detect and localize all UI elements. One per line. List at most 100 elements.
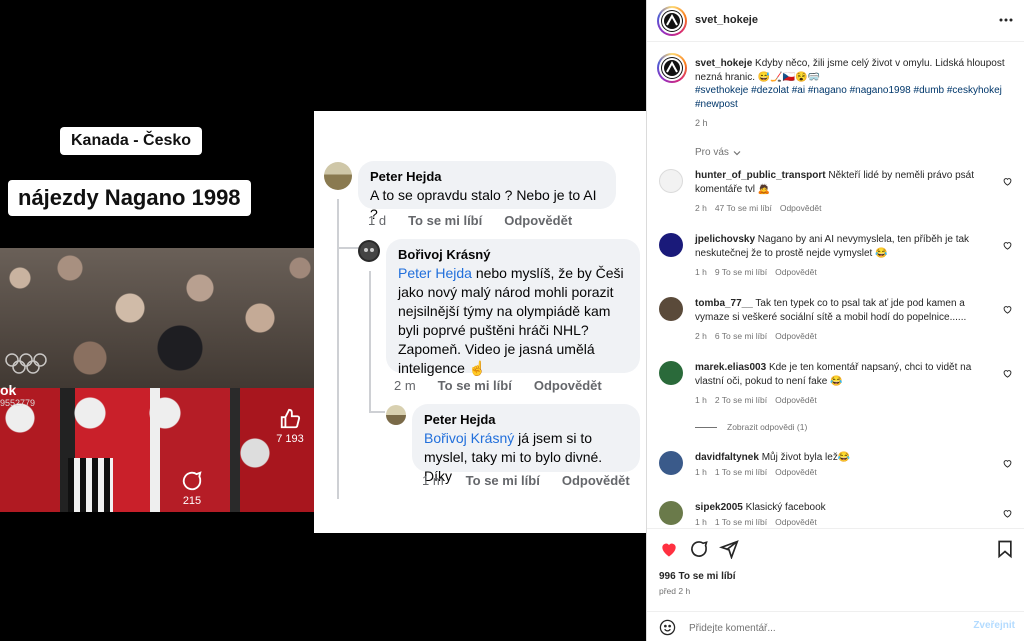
comment-likes[interactable]: 1 To se mi líbí (715, 467, 767, 477)
show-replies-button[interactable]: Zobrazit odpovědi (1) (695, 422, 807, 432)
comment-likes[interactable]: 2 To se mi líbí (715, 395, 767, 405)
caption-time: 2 h (695, 118, 708, 128)
hockey-logo-icon (662, 58, 682, 78)
chevron-down-icon (733, 150, 741, 155)
author-username[interactable]: svet_hokeje (695, 14, 758, 26)
avatar[interactable] (386, 405, 406, 425)
instagram-post-modal: Kanada - Česko nájezdy Nagano 1998 ok 95… (0, 0, 1024, 641)
emoji-icon[interactable] (659, 619, 676, 636)
comment-likes[interactable]: 6 To se mi líbí (715, 331, 767, 341)
avatar[interactable] (324, 162, 352, 190)
avatar[interactable] (358, 240, 380, 262)
comment-username[interactable]: jpelichovsky (695, 234, 755, 245)
fb-comment-author[interactable]: Peter Hejda (424, 412, 628, 427)
for-you-label: Pro vás (695, 147, 729, 158)
post-actions: 996 To se mi líbí před 2 h Zveřejnit (647, 528, 1024, 641)
comment-likes[interactable]: 9 To se mi líbí (715, 267, 767, 277)
comment-icon[interactable] (689, 539, 709, 559)
reply-button[interactable]: Odpovědět (775, 517, 817, 527)
caption-author-avatar[interactable] (657, 53, 687, 83)
comment-text: Můj život byla lež😂 (758, 452, 851, 463)
video-like-count: 7 193 (276, 433, 304, 445)
thumbs-up-icon (280, 408, 301, 429)
comment-username[interactable]: marek.elias003 (695, 362, 766, 373)
comment-likes[interactable]: 1 To se mi líbí (715, 517, 767, 527)
post-timestamp[interactable]: před 2 h (659, 586, 690, 596)
comment-meta: 2 h 47 To se mi líbí Odpovědět (695, 203, 821, 213)
comment-meta: 1 h 9 To se mi líbí Odpovědět (695, 267, 817, 277)
fb-reply-button[interactable]: Odpovědět (562, 473, 630, 488)
share-icon[interactable] (719, 539, 739, 559)
fb-mention-link[interactable]: Bořivoj Krásný (424, 430, 514, 446)
comment-time: 1 h (695, 267, 707, 277)
comment-like-heart-icon[interactable] (1002, 176, 1013, 187)
watermark-subtext: 9552779 (0, 398, 36, 408)
comment-avatar[interactable] (659, 233, 683, 257)
fb-reply-button[interactable]: Odpovědět (534, 378, 602, 393)
likes-count[interactable]: 996 To se mi líbí (659, 571, 736, 582)
comment-body: marek.elias003 Kde je ten komentář napsa… (695, 361, 985, 388)
heart-filled-icon[interactable] (659, 539, 679, 559)
author-avatar[interactable] (657, 6, 687, 36)
comment-meta: 1 h 1 To se mi líbí Odpovědět (695, 517, 817, 527)
comment-body: tomba_77__ Tak ten typek co to psal tak … (695, 297, 985, 324)
fb-comment-time: 2 m (394, 378, 416, 393)
post-media[interactable]: Kanada - Česko nájezdy Nagano 1998 ok 95… (0, 0, 646, 641)
face-icon (360, 242, 378, 260)
comment-like-heart-icon[interactable] (1002, 240, 1013, 251)
fb-mention-link[interactable]: Peter Hejda (398, 265, 472, 281)
bookmark-icon[interactable] (995, 539, 1015, 559)
comment-body: hunter_of_public_transport Někteří lidé … (695, 169, 985, 196)
comment-bubble-icon (182, 471, 202, 491)
publish-button[interactable]: Zveřejnit (973, 620, 1015, 631)
fb-comment-author[interactable]: Peter Hejda (370, 169, 604, 184)
comment-meta: 1 h 2 To se mi líbí Odpovědět (695, 395, 817, 405)
reply-button[interactable]: Odpovědět (775, 395, 817, 405)
comment-username[interactable]: sipek2005 (695, 502, 743, 513)
comment-text: Klasický facebook (742, 502, 826, 513)
olympic-rings-icon (5, 353, 47, 374)
comment-input[interactable] (689, 619, 959, 637)
comment-avatar[interactable] (659, 501, 683, 525)
comment-likes[interactable]: 47 To se mi líbí (715, 203, 772, 213)
reply-button[interactable]: Odpovědět (775, 267, 817, 277)
comment-avatar[interactable] (659, 297, 683, 321)
comment-username[interactable]: tomba_77__ (695, 298, 753, 309)
thread-line-nested (369, 271, 371, 411)
comment-avatar[interactable] (659, 451, 683, 475)
comment-like-heart-icon[interactable] (1002, 304, 1013, 315)
fb-comment-actions: 1 m To se mi líbí Odpovědět (422, 473, 630, 488)
comment-like-heart-icon[interactable] (1002, 458, 1013, 469)
comment-body: jpelichovsky Nagano by ani AI nevymyslel… (695, 233, 985, 260)
fb-like-button[interactable]: To se mi líbí (408, 213, 482, 228)
comment-like-heart-icon[interactable] (1002, 508, 1013, 519)
comment-time: 2 h (695, 331, 707, 341)
fb-comment-author[interactable]: Bořivoj Krásný (398, 247, 628, 262)
comment-like-heart-icon[interactable] (1002, 368, 1013, 379)
more-options-icon[interactable] (999, 13, 1013, 27)
video-comment-count: 215 (182, 495, 202, 507)
add-comment-bar: Zveřejnit (647, 611, 1024, 641)
reply-button[interactable]: Odpovědět (775, 467, 817, 477)
post-caption: svet_hokeje Kdyby něco, žili jsme celý ž… (695, 57, 1011, 111)
comment-avatar[interactable] (659, 169, 683, 193)
fb-like-button[interactable]: To se mi líbí (438, 378, 512, 393)
comment-body: davidfaltynek Můj život byla lež😂 (695, 451, 985, 465)
reply-button[interactable]: Odpovědět (775, 331, 817, 341)
fb-comment-bubble: Peter Hejda Bořivoj Krásný já jsem si to… (412, 404, 640, 484)
reply-button[interactable]: Odpovědět (780, 203, 822, 213)
fb-comment-bubble: Bořivoj Krásný Peter Hejda nebo myslíš, … (386, 239, 640, 376)
fb-reply-button[interactable]: Odpovědět (504, 213, 572, 228)
comment-body: sipek2005 Klasický facebook (695, 501, 985, 515)
comment-avatar[interactable] (659, 361, 683, 385)
comment-time: 2 h (695, 203, 707, 213)
comment-username[interactable]: hunter_of_public_transport (695, 170, 826, 181)
fb-like-button[interactable]: To se mi líbí (466, 473, 540, 488)
comment-meta: 2 h 6 To se mi líbí Odpovědět (695, 331, 817, 341)
post-sidebar: svet_hokeje svet_hokeje Kdyby něco, žili… (646, 0, 1024, 641)
watermark-text: ok (0, 382, 17, 398)
caption-username[interactable]: svet_hokeje (695, 58, 752, 69)
caption-hashtags[interactable]: #svethokeje #dezolat #ai #nagano #nagano… (695, 85, 1002, 110)
comment-username[interactable]: davidfaltynek (695, 452, 759, 463)
for-you-dropdown[interactable]: Pro vás (695, 147, 741, 158)
